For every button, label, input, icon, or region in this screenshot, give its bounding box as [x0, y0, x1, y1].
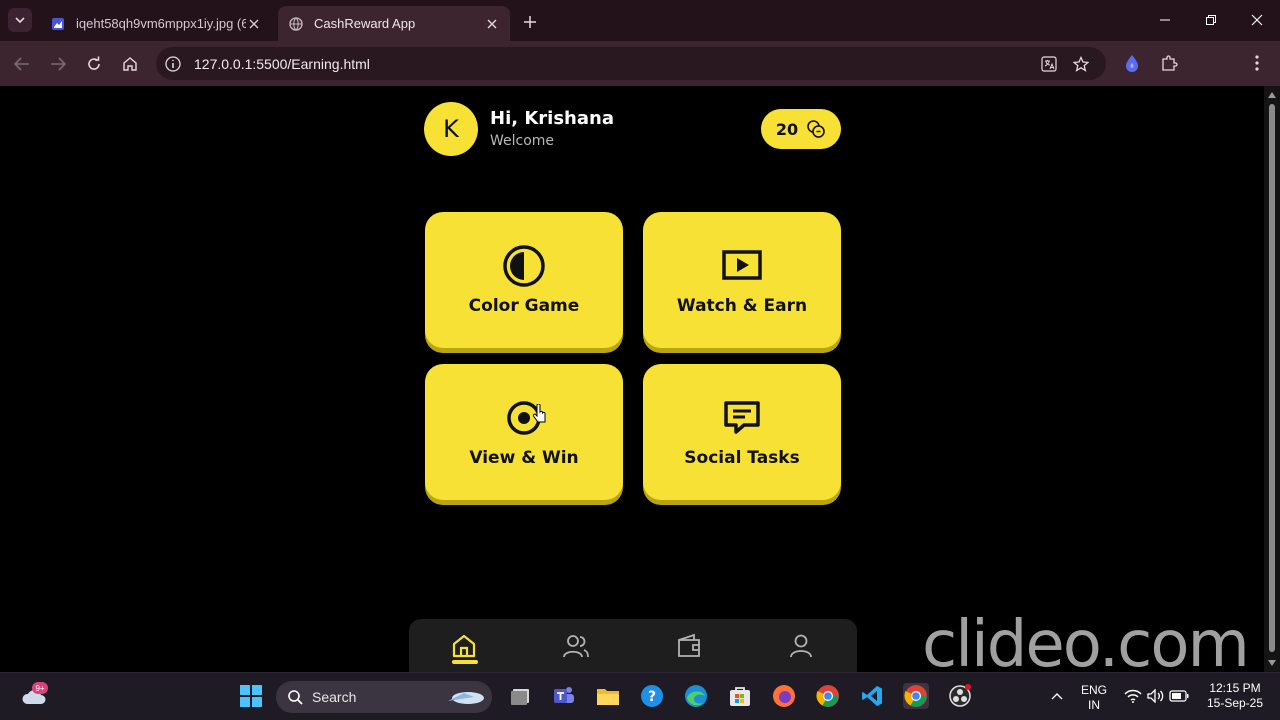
search-icon	[288, 690, 303, 705]
card-label: View & Win	[469, 448, 579, 468]
browser-toolbar: 127.0.0.1:5500/Earning.html	[0, 41, 1280, 115]
arrow-right-icon	[51, 57, 66, 71]
nav-home[interactable]	[448, 629, 480, 663]
reload-button[interactable]	[80, 50, 108, 78]
greeting-text: Hi, Krishana	[490, 108, 614, 129]
card-label: Social Tasks	[684, 448, 800, 468]
welcome-text: Welcome	[490, 133, 555, 149]
extension-drop-icon[interactable]	[1121, 52, 1143, 74]
play-icon	[720, 244, 764, 288]
tab-search-button[interactable]	[8, 8, 32, 32]
chrome-icon[interactable]	[815, 683, 841, 709]
arrow-left-icon	[14, 57, 29, 71]
chrome-active-icon[interactable]	[903, 683, 929, 709]
minimize-icon	[1160, 19, 1170, 21]
nav-profile[interactable]	[785, 629, 817, 663]
social-tasks-card[interactable]: Social Tasks	[643, 364, 841, 500]
scroll-up-icon[interactable]	[1267, 90, 1277, 100]
nav-wallet[interactable]	[673, 629, 705, 663]
active-nav-indicator	[452, 660, 478, 664]
chevron-up-icon[interactable]	[1044, 683, 1070, 709]
bottom-navigation	[409, 619, 857, 672]
coin-balance-badge[interactable]: 20	[761, 109, 841, 149]
tab-image[interactable]: iqeht58qh9vm6mppx1iy.jpg (64	[40, 6, 272, 41]
minimize-button[interactable]	[1142, 0, 1188, 40]
tab-title: iqeht58qh9vm6mppx1iy.jpg (64	[76, 16, 246, 31]
region-code: IN	[1088, 698, 1100, 712]
extensions-puzzle-icon[interactable]	[1158, 52, 1180, 74]
users-icon	[563, 635, 589, 658]
file-explorer-icon[interactable]	[595, 683, 621, 709]
search-label: Search	[312, 689, 357, 705]
chevron-down-icon	[15, 17, 25, 23]
restore-button[interactable]	[1188, 0, 1234, 40]
weather-notification-badge: 9+	[32, 682, 48, 694]
watch-earn-card[interactable]: Watch & Earn	[643, 212, 841, 348]
new-tab-button[interactable]	[518, 10, 542, 34]
wallet-icon	[678, 633, 700, 657]
close-window-button[interactable]	[1234, 0, 1280, 40]
tab-title: CashReward App	[314, 16, 416, 31]
browser-tab-bar: iqeht58qh9vm6mppx1iy.jpg (64 CashReward …	[0, 0, 1280, 41]
clock[interactable]: 12:15 PM 15-Sep-25	[1196, 681, 1274, 711]
home-icon	[452, 634, 476, 658]
bookmark-star-icon[interactable]	[1072, 55, 1090, 73]
svg-text:?: ?	[648, 689, 656, 705]
view-win-card[interactable]: View & Win	[425, 364, 623, 500]
clock-date: 15-Sep-25	[1206, 696, 1264, 710]
home-button[interactable]	[116, 50, 144, 78]
home-icon	[123, 57, 137, 71]
search-highlight-icon	[448, 692, 484, 704]
windows-start-icon[interactable]	[238, 683, 264, 709]
close-icon[interactable]	[246, 16, 262, 32]
coins-icon	[807, 120, 825, 138]
plus-icon	[524, 16, 536, 28]
teams-icon[interactable]	[551, 683, 577, 709]
url-text[interactable]: 127.0.0.1:5500/Earning.html	[194, 56, 370, 72]
nav-users[interactable]	[560, 629, 592, 663]
message-icon	[720, 396, 764, 440]
reload-icon	[88, 56, 100, 70]
scroll-thumb[interactable]	[1269, 104, 1275, 652]
obs-icon[interactable]	[947, 683, 973, 709]
page-viewport: K Hi, Krishana Welcome 20 Color Game Wat…	[0, 86, 1264, 672]
card-label: Color Game	[468, 296, 580, 316]
help-icon[interactable]: ?	[639, 683, 665, 709]
watermark: clideo.com	[922, 608, 1250, 672]
address-bar[interactable]: 127.0.0.1:5500/Earning.html	[156, 47, 1106, 80]
firefox-icon[interactable]	[771, 683, 797, 709]
scroll-down-icon[interactable]	[1267, 658, 1277, 668]
forward-button[interactable]	[44, 50, 72, 78]
app-header: K Hi, Krishana Welcome 20	[424, 102, 841, 158]
close-icon[interactable]	[484, 16, 500, 32]
coin-balance-value: 20	[775, 119, 799, 139]
language-indicator[interactable]: ENG IN	[1076, 683, 1112, 713]
card-label: Watch & Earn	[676, 296, 808, 316]
menu-dots-icon[interactable]	[1246, 52, 1268, 74]
avatar[interactable]: K	[424, 102, 478, 156]
store-icon[interactable]	[727, 683, 753, 709]
color-game-card[interactable]: Color Game	[425, 212, 623, 348]
language-code: ENG	[1080, 683, 1107, 697]
page-scrollbar[interactable]	[1264, 86, 1280, 672]
mouse-cursor-icon	[533, 404, 546, 423]
battery-icon[interactable]	[1166, 683, 1192, 709]
user-icon	[790, 634, 812, 658]
restore-icon	[1206, 15, 1216, 25]
back-button[interactable]	[8, 50, 36, 78]
clock-time: 12:15 PM	[1209, 681, 1261, 695]
close-icon	[1251, 14, 1263, 26]
tab-cashreward[interactable]: CashReward App	[278, 6, 510, 41]
translate-icon[interactable]	[1040, 55, 1058, 73]
taskbar-search[interactable]: Search	[276, 681, 492, 713]
vscode-icon[interactable]	[859, 683, 885, 709]
task-view-icon[interactable]	[508, 683, 534, 709]
globe-icon	[288, 16, 304, 32]
image-favicon-icon	[50, 16, 66, 32]
contrast-icon	[502, 244, 546, 288]
site-info-icon[interactable]	[164, 55, 182, 73]
os-taskbar: Search ? ENG IN 12:15 PM 15-Sep-25	[0, 672, 1280, 720]
edge-icon[interactable]	[683, 683, 709, 709]
